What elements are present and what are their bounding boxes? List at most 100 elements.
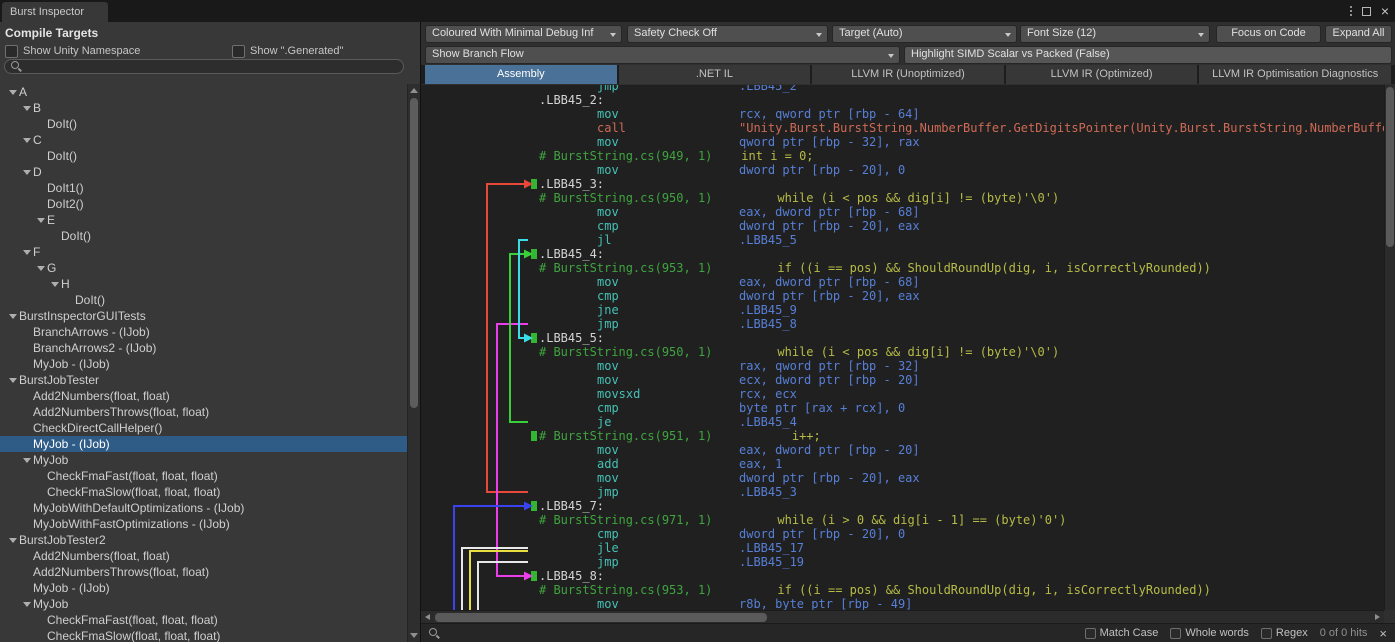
code-line: movdword ptr [rbp - 20], 0 bbox=[421, 163, 1384, 177]
scrollbar-thumb[interactable] bbox=[435, 613, 767, 622]
match-case-checkbox[interactable]: Match Case bbox=[1085, 627, 1159, 639]
code-vertical-scrollbar[interactable] bbox=[1384, 85, 1395, 610]
tree-item[interactable]: DoIt() bbox=[0, 228, 407, 244]
tab-net-il[interactable]: .NET IL bbox=[619, 65, 811, 84]
expander-icon[interactable] bbox=[22, 100, 33, 116]
expander-icon[interactable] bbox=[22, 132, 33, 148]
tree-item[interactable]: MyJob - (IJob) bbox=[0, 356, 407, 372]
expander-icon[interactable] bbox=[22, 164, 33, 180]
safety-check-dropdown[interactable]: Safety Check Off bbox=[627, 25, 828, 43]
tree-item[interactable]: Add2Numbers(float, float) bbox=[0, 388, 407, 404]
tree-item[interactable]: DoIt2() bbox=[0, 196, 407, 212]
focus-on-code-button[interactable]: Focus on Code bbox=[1216, 25, 1321, 43]
code-line: cmpdword ptr [rbp - 20], eax bbox=[421, 289, 1384, 303]
whole-words-checkbox[interactable]: Whole words bbox=[1170, 627, 1249, 639]
tree-item[interactable]: CheckFmaSlow(float, float, float) bbox=[0, 484, 407, 500]
tree-item[interactable]: MyJob - (IJob) bbox=[0, 580, 407, 596]
expander-icon[interactable] bbox=[36, 260, 47, 276]
expander-icon[interactable] bbox=[8, 532, 19, 548]
scroll-left-icon[interactable] bbox=[425, 614, 430, 620]
target-search-field[interactable] bbox=[4, 59, 404, 74]
tree-item[interactable]: B bbox=[0, 100, 407, 116]
tree-item[interactable]: F bbox=[0, 244, 407, 260]
search-input[interactable] bbox=[27, 61, 397, 73]
tab-llvm-ir-unoptimized[interactable]: LLVM IR (Unoptimized) bbox=[812, 65, 1004, 84]
tree-item[interactable]: BurstInspectorGUITests bbox=[0, 308, 407, 324]
expander-icon[interactable] bbox=[8, 84, 19, 100]
find-input[interactable] bbox=[452, 627, 1073, 639]
tree-item[interactable]: BranchArrows - (IJob) bbox=[0, 324, 407, 340]
scroll-down-icon[interactable] bbox=[410, 633, 418, 638]
expander-icon[interactable] bbox=[22, 452, 33, 468]
code-line: je.LBB45_4 bbox=[421, 415, 1384, 429]
tree-item[interactable]: CheckFmaFast(float, float, float) bbox=[0, 468, 407, 484]
checkbox-icon[interactable] bbox=[5, 45, 18, 58]
expander-icon[interactable] bbox=[22, 596, 33, 612]
tree-item[interactable]: CheckFmaSlow(float, float, float) bbox=[0, 628, 407, 642]
scroll-up-icon[interactable] bbox=[410, 88, 418, 93]
tree-item[interactable]: MyJob bbox=[0, 596, 407, 612]
expander-icon[interactable] bbox=[36, 212, 47, 228]
scrollbar-thumb[interactable] bbox=[1386, 87, 1394, 247]
tree-scrollbar[interactable] bbox=[407, 84, 420, 642]
tree-item[interactable]: E bbox=[0, 212, 407, 228]
expander-icon[interactable] bbox=[8, 308, 19, 324]
tree-item[interactable]: DoIt1() bbox=[0, 180, 407, 196]
expander-icon[interactable] bbox=[50, 276, 61, 292]
tree-item[interactable]: G bbox=[0, 260, 407, 276]
tab-llvm-ir-optimized[interactable]: LLVM IR (Optimized) bbox=[1006, 65, 1198, 84]
expander-icon[interactable] bbox=[22, 244, 33, 260]
close-icon[interactable]: × bbox=[1381, 4, 1389, 18]
expander-icon[interactable] bbox=[8, 372, 19, 388]
show-unity-namespace-checkbox[interactable]: Show Unity Namespace bbox=[5, 45, 232, 58]
highlight-simd-toggle[interactable]: Highlight SIMD Scalar vs Packed (False) bbox=[904, 46, 1392, 64]
tree-item[interactable]: H bbox=[0, 276, 407, 292]
close-find-icon[interactable]: × bbox=[1379, 627, 1387, 640]
tree-item[interactable]: BurstJobTester bbox=[0, 372, 407, 388]
scrollbar-thumb[interactable] bbox=[410, 98, 418, 408]
code-line: .LBB45_5: bbox=[421, 331, 1384, 345]
asm-mnemonic: mov bbox=[597, 359, 739, 373]
tab-llvm-ir-optimisation-diagnostics[interactable]: LLVM IR Optimisation Diagnostics bbox=[1199, 65, 1391, 84]
menu-icon[interactable] bbox=[1350, 10, 1352, 12]
tree-item[interactable]: Add2NumbersThrows(float, float) bbox=[0, 404, 407, 420]
tree-item[interactable]: D bbox=[0, 164, 407, 180]
debug-mode-dropdown[interactable]: Coloured With Minimal Debug Inf bbox=[425, 25, 622, 43]
find-bar: Match Case Whole words Regex 0 of 0 hits… bbox=[421, 623, 1395, 642]
tree-item-label: CheckFmaSlow(float, float, float) bbox=[47, 485, 220, 499]
tree-item[interactable]: Add2NumbersThrows(float, float) bbox=[0, 564, 407, 580]
checkbox-icon[interactable] bbox=[1261, 628, 1272, 639]
target-dropdown[interactable]: Target (Auto) bbox=[832, 25, 1017, 43]
show-branch-flow-dropdown[interactable]: Show Branch Flow bbox=[425, 46, 900, 64]
regex-checkbox[interactable]: Regex bbox=[1261, 627, 1308, 639]
tree-item[interactable]: Add2Numbers(float, float) bbox=[0, 548, 407, 564]
asm-mnemonic: call bbox=[597, 121, 739, 135]
asm-label: .LBB45_4: bbox=[539, 247, 604, 261]
code-horizontal-scrollbar[interactable] bbox=[421, 610, 1384, 623]
checkbox-icon[interactable] bbox=[1085, 628, 1096, 639]
tree-item[interactable]: A bbox=[0, 84, 407, 100]
tree-item[interactable]: DoIt() bbox=[0, 292, 407, 308]
tab-assembly[interactable]: Assembly bbox=[425, 65, 617, 84]
tree-item[interactable]: MyJobWithDefaultOptimizations - (IJob) bbox=[0, 500, 407, 516]
tree-item[interactable]: DoIt() bbox=[0, 148, 407, 164]
tree-item[interactable]: MyJob bbox=[0, 452, 407, 468]
asm-operands: dword ptr [rbp - 20], eax bbox=[739, 219, 920, 233]
tree-item[interactable]: DoIt() bbox=[0, 116, 407, 132]
checkbox-icon[interactable] bbox=[232, 45, 245, 58]
tree-item[interactable]: MyJobWithFastOptimizations - (IJob) bbox=[0, 516, 407, 532]
scroll-right-icon[interactable] bbox=[1375, 614, 1380, 620]
tree-item[interactable]: MyJob - (IJob) bbox=[0, 436, 407, 452]
tree-item[interactable]: CheckDirectCallHelper() bbox=[0, 420, 407, 436]
checkbox-icon[interactable] bbox=[1170, 628, 1181, 639]
show-generated-checkbox[interactable]: Show ".Generated" bbox=[232, 45, 343, 58]
font-size-dropdown[interactable]: Font Size (12) bbox=[1020, 25, 1210, 43]
assembly-code-view: jmp.LBB45_2.LBB45_2:movrcx, qword ptr [r… bbox=[421, 85, 1384, 610]
tree-item[interactable]: BurstJobTester2 bbox=[0, 532, 407, 548]
window-tab-burst-inspector[interactable]: Burst Inspector bbox=[2, 2, 108, 22]
tree-item[interactable]: BranchArrows2 - (IJob) bbox=[0, 340, 407, 356]
maximize-icon[interactable] bbox=[1362, 7, 1371, 16]
tree-item[interactable]: C bbox=[0, 132, 407, 148]
expand-all-button[interactable]: Expand All bbox=[1325, 25, 1392, 43]
tree-item[interactable]: CheckFmaFast(float, float, float) bbox=[0, 612, 407, 628]
